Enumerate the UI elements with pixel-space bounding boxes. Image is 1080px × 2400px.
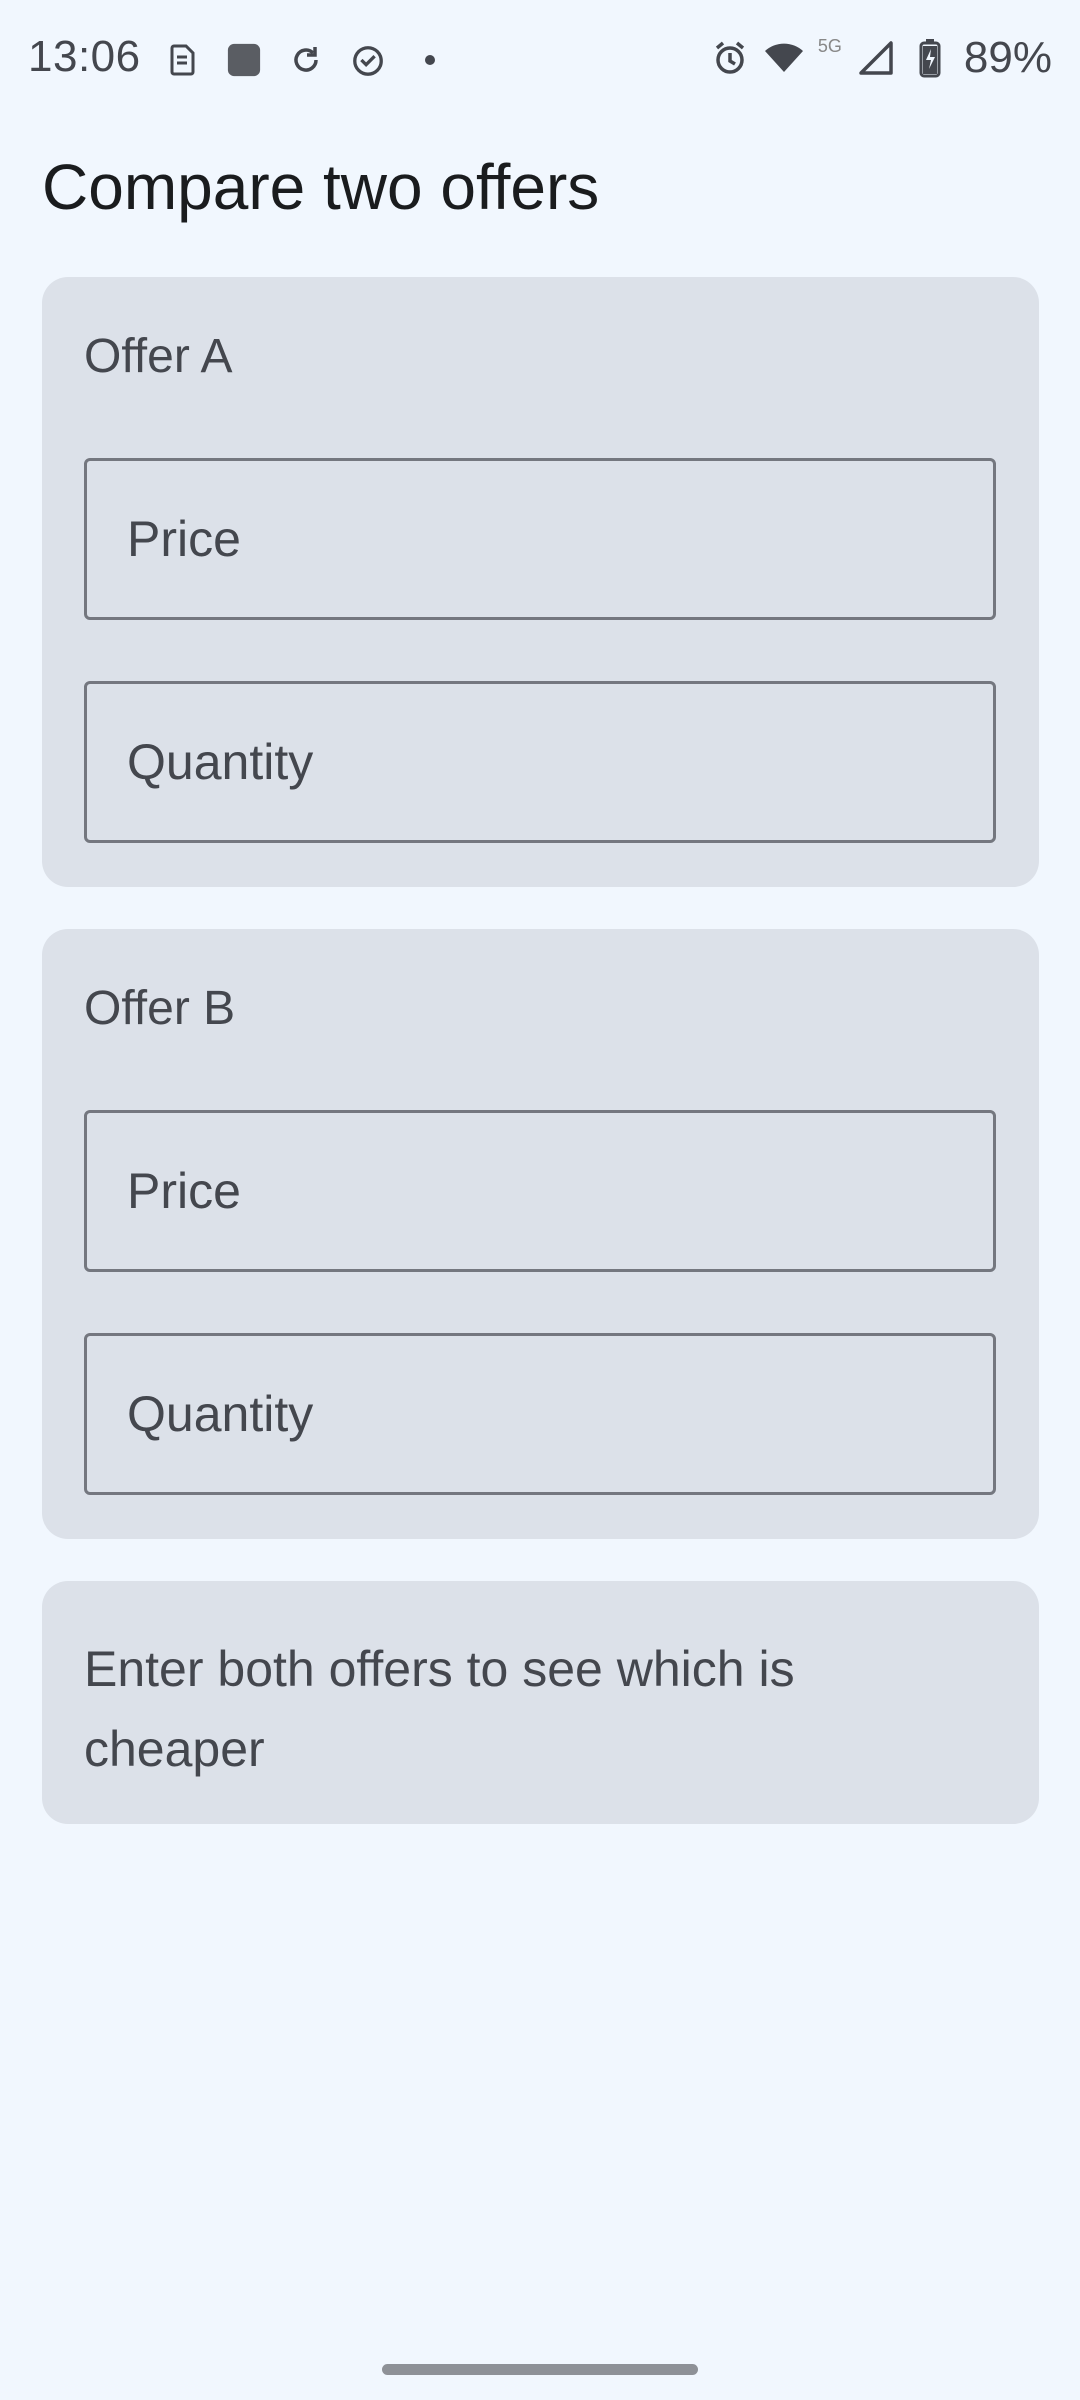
- notification-icons: [165, 38, 447, 82]
- offer-b-title: Offer B: [84, 982, 236, 1035]
- battery-charging-icon: [910, 38, 950, 78]
- offer-a-card: Offer A: [42, 277, 1039, 887]
- clock-check-icon: [351, 43, 385, 77]
- status-bar: 13:06 5G 89%: [0, 0, 1080, 118]
- home-indicator[interactable]: [382, 2364, 698, 2375]
- page-title: Compare two offers: [42, 151, 600, 223]
- sim-icon: [165, 43, 199, 77]
- offer-a-quantity-input[interactable]: [127, 733, 993, 791]
- system-icons: 5G 89%: [710, 32, 1052, 84]
- sync-icon: [289, 43, 323, 77]
- offer-b-card: Offer B: [42, 929, 1039, 1539]
- offer-b-price-input[interactable]: [127, 1162, 993, 1220]
- result-card: Enter both offers to see which is cheape…: [42, 1581, 1039, 1824]
- offer-b-quantity-input[interactable]: [127, 1385, 993, 1443]
- offer-a-quantity-field[interactable]: [84, 681, 996, 843]
- battery-level: 89%: [963, 33, 1052, 82]
- app-square-icon: [227, 43, 261, 77]
- offer-b-price-field[interactable]: [84, 1110, 996, 1272]
- result-message: Enter both offers to see which is cheape…: [84, 1641, 795, 1777]
- wifi-icon: [764, 38, 804, 78]
- offer-a-price-input[interactable]: [127, 510, 993, 568]
- offer-a-title: Offer A: [84, 330, 233, 383]
- network-type: 5G: [817, 35, 842, 56]
- offer-b-quantity-field[interactable]: [84, 1333, 996, 1495]
- status-time: 13:06: [28, 32, 141, 81]
- dot-icon: [413, 43, 447, 77]
- offer-a-price-field[interactable]: [84, 458, 996, 620]
- alarm-icon: [710, 38, 750, 78]
- signal-icon: [856, 38, 896, 78]
